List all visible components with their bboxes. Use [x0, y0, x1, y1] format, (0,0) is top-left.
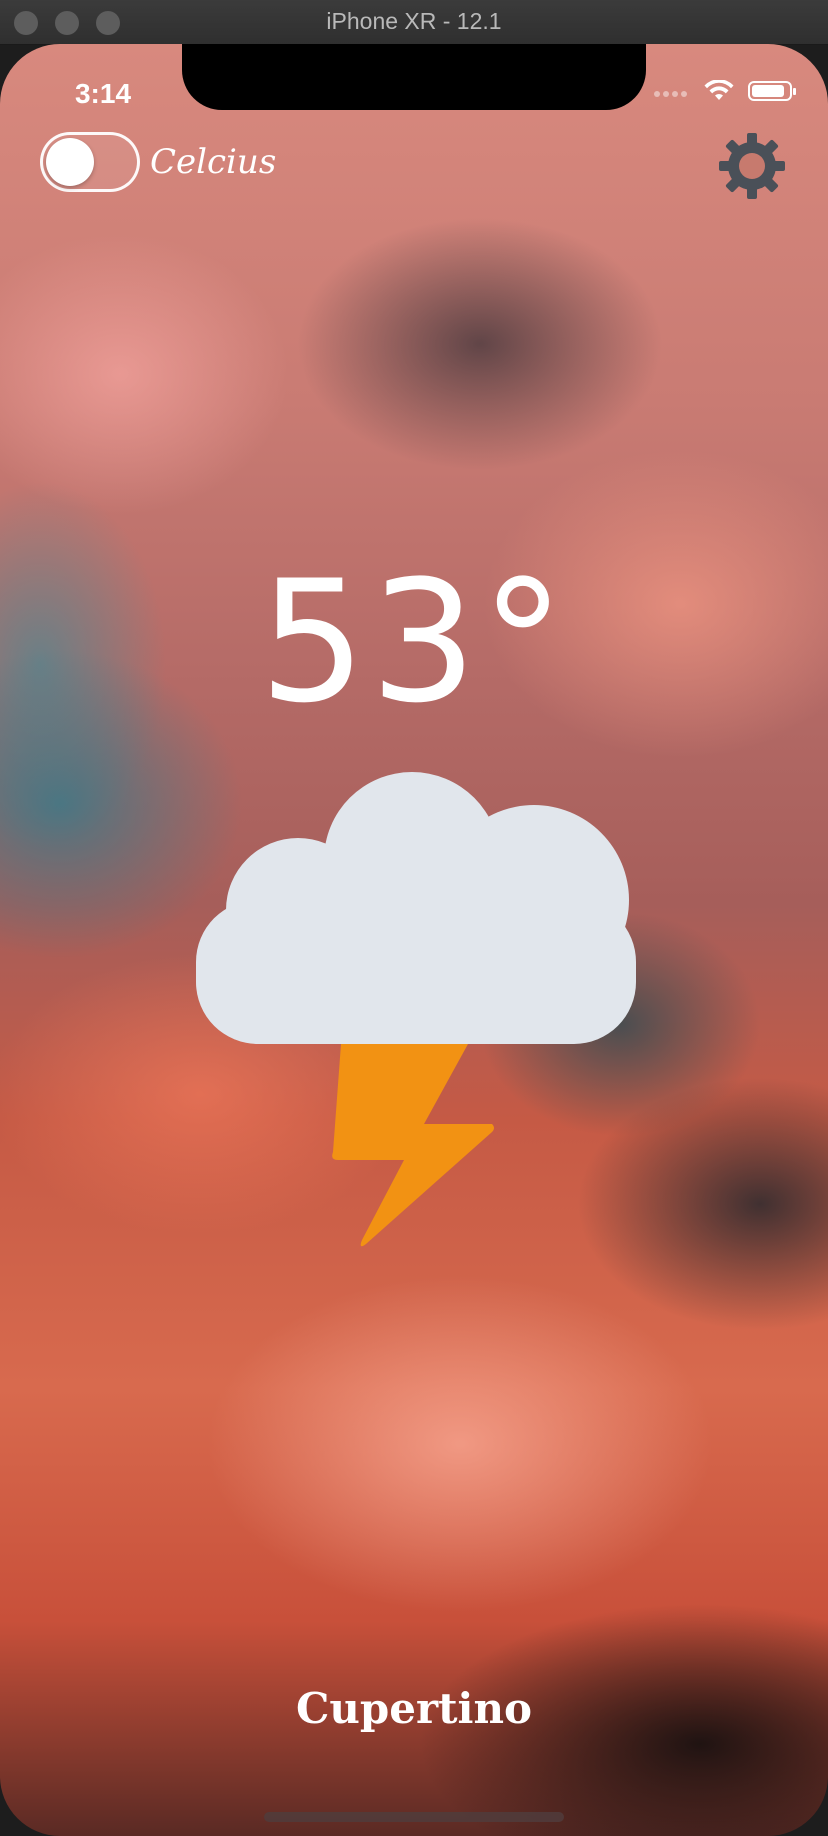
city-name: Cupertino — [295, 1684, 533, 1733]
cellular-signal-icon — [654, 82, 690, 101]
device-notch — [182, 44, 646, 110]
home-indicator[interactable] — [264, 1812, 564, 1822]
window-title: iPhone XR - 12.1 — [326, 8, 502, 34]
battery-level-fill — [752, 85, 784, 97]
toggle-knob[interactable] — [46, 138, 94, 186]
status-indicators — [654, 80, 796, 102]
cloud-shape — [196, 772, 636, 1044]
wifi-icon — [704, 80, 734, 100]
status-time: 3:14 — [74, 78, 132, 109]
title-bar: iPhone XR - 12.1 — [0, 0, 828, 45]
simulator-window: iPhone XR - 12.1 3:14 Celcius 53° Cupert… — [0, 0, 828, 1836]
settings-gear-icon[interactable] — [716, 130, 788, 202]
lightning-bolt — [332, 1044, 494, 1247]
celsius-toggle[interactable] — [40, 132, 140, 192]
celsius-toggle-label: Celcius — [150, 142, 277, 182]
phone-screen: 3:14 Celcius 53° Cupertino — [0, 44, 828, 1836]
battery-icon — [748, 81, 796, 101]
temperature-readout: 53° — [259, 544, 569, 740]
thunderstorm-icon — [196, 772, 636, 1247]
